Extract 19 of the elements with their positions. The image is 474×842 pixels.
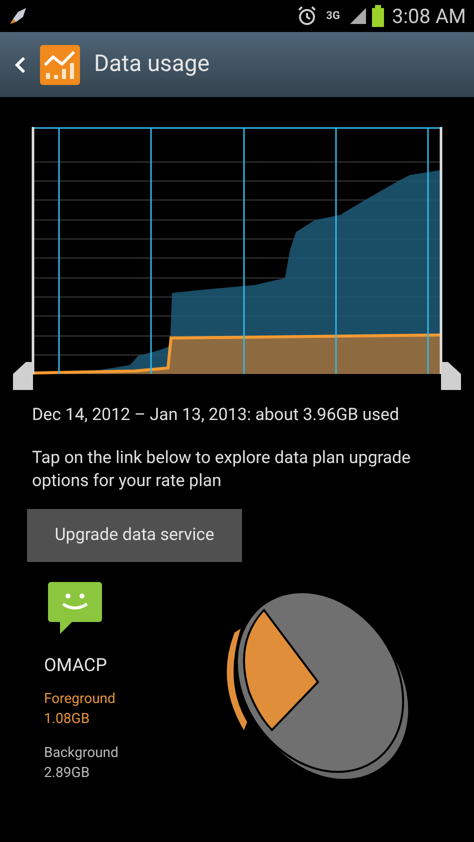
clock-time: 3:08 AM (392, 3, 466, 30)
end-range-handle[interactable] (440, 127, 461, 390)
start-range-handle[interactable] (13, 127, 34, 390)
smiley-message-icon (48, 582, 102, 634)
background-value: 2.89GB (44, 764, 91, 783)
back-icon (13, 54, 27, 74)
foreground-value: 1.08GB (44, 710, 91, 729)
app-name: OMACP (44, 654, 108, 678)
upgrade-note: Tap on the link below to explore data plan upgrade options for your rate plan (32, 447, 412, 493)
signal-icon (348, 6, 368, 26)
alarm-clock-icon (296, 5, 318, 27)
background-label: Background (44, 744, 120, 763)
chart-app-icon (40, 44, 80, 84)
network-type: 3G (326, 8, 340, 24)
upgrade-button[interactable]: Upgrade data service (27, 509, 242, 562)
foreground-label: Foreground (44, 690, 116, 709)
battery-icon (372, 5, 384, 27)
page-title: Data usage (94, 49, 210, 80)
usage-summary: Dec 14, 2012 – Jan 13, 2013: about 3.96GB used (32, 404, 400, 427)
